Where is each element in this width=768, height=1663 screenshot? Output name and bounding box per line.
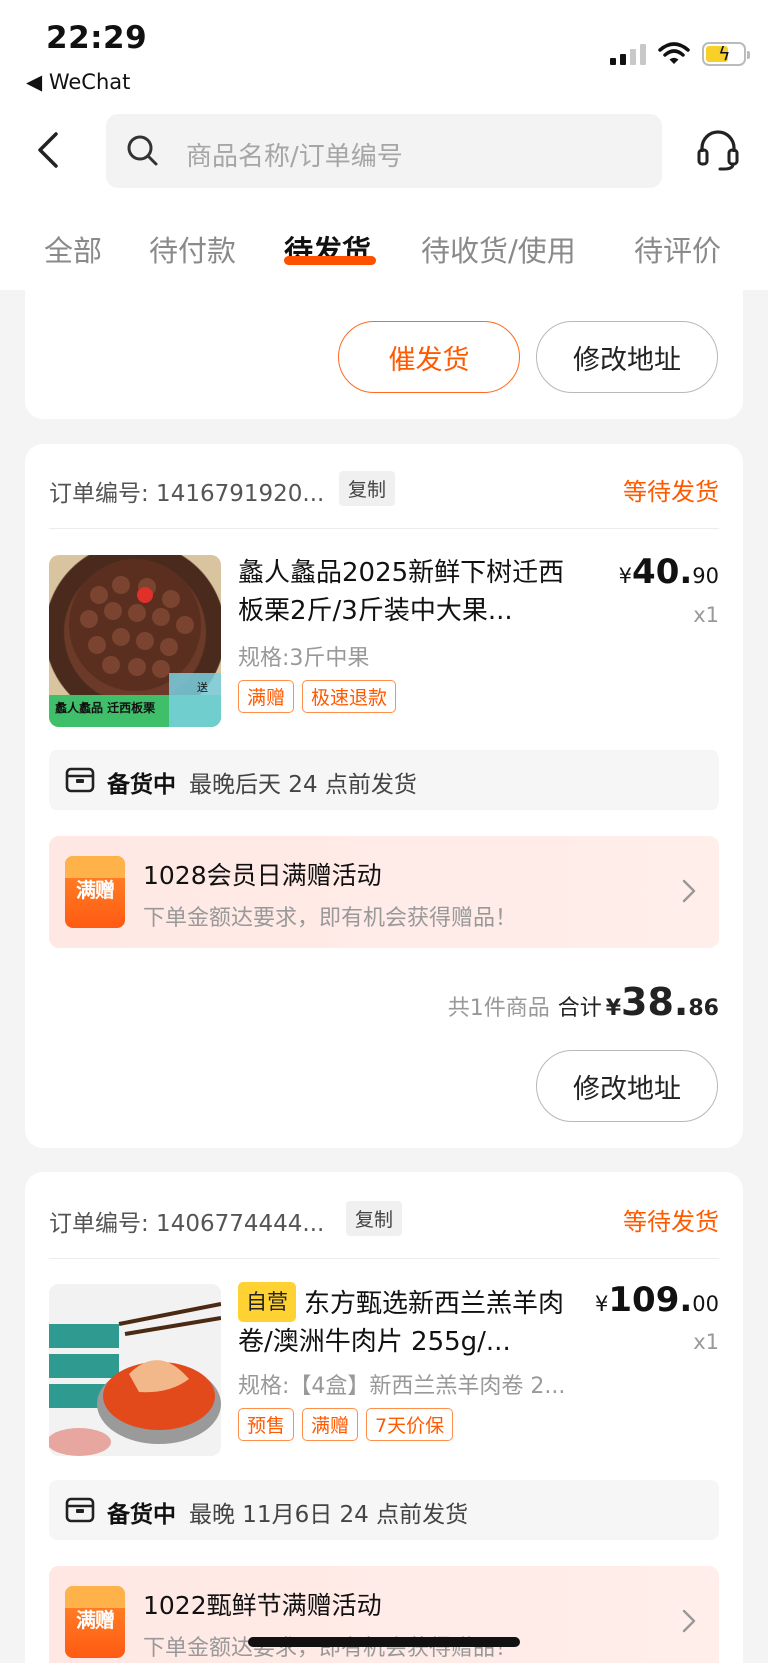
change-address-button[interactable]: 修改地址 [536, 1050, 718, 1122]
shipping-deadline: 最晚 11月6日 24 点前发货 [189, 1502, 469, 1528]
product-spec: 规格:【4盒】新西兰羔羊肉卷 2... [238, 1374, 566, 1399]
cellular-signal-icon [610, 43, 646, 65]
package-icon [65, 767, 95, 793]
product-tag: 满赠 [238, 680, 295, 713]
product-image-chestnut[interactable]: 蠡人蠡品 迁西板栗 送 [49, 555, 221, 727]
product-image-lamb-rolls[interactable] [49, 1284, 221, 1456]
order-status: 等待发货 [623, 1208, 719, 1236]
remind-shipment-button[interactable]: 催发货 [338, 321, 520, 393]
back-app-label: WeChat [48, 70, 131, 94]
battery-icon: ϟ [702, 42, 750, 66]
chevron-right-icon [682, 1609, 696, 1633]
promo-title: 1022甄鲜节满赠活动 [143, 1591, 382, 1620]
shipping-status-bar: 备货中 最晚 11月6日 24 点前发货 [49, 1480, 719, 1540]
item-count: 共1件商品 [447, 996, 550, 1021]
gift-badge-icon: 满赠 [65, 1586, 125, 1658]
status-time: 22:29 [46, 20, 148, 56]
order-number: 订单编号: 1416791920... [49, 481, 325, 507]
price-integer: 40. [632, 552, 693, 592]
back-arrow-icon[interactable] [34, 130, 64, 170]
search-input[interactable]: 商品名称/订单编号 [106, 114, 662, 188]
product-tag: 7天价保 [366, 1408, 454, 1441]
promo-badge-text: 满赠 [76, 1608, 115, 1632]
shipping-deadline: 最晚后天 24 点前发货 [189, 772, 417, 798]
divider [49, 528, 719, 529]
product-tag: 满赠 [302, 1408, 359, 1441]
price-decimal: 00 [692, 1292, 719, 1316]
copy-order-button[interactable]: 复制 [339, 471, 396, 506]
product-quantity: x1 [693, 1330, 719, 1354]
order-card-partial: 催发货 修改地址 [25, 270, 743, 419]
price-currency: ¥ [618, 564, 633, 588]
product-tag: 预售 [238, 1408, 295, 1441]
hotpot-graphic [49, 1284, 221, 1456]
back-triangle-icon: ◀ [26, 70, 43, 94]
status-icons: ϟ [610, 42, 750, 66]
wifi-icon [658, 42, 690, 64]
divider [49, 1258, 719, 1259]
active-tab-indicator [284, 256, 376, 265]
order-number: 订单编号: 1406774444... [49, 1211, 325, 1237]
order-summary: 共1件商品 合计 ¥38.86 [448, 980, 719, 1024]
self-operated-badge: 自营 [238, 1282, 296, 1322]
product-price: ¥109.00 [595, 1280, 719, 1320]
promo-banner[interactable]: 满赠 1022甄鲜节满赠活动 下单金额达要求，即有机会获得赠品！ [49, 1566, 719, 1663]
total-decimal: 86 [688, 996, 719, 1021]
search-placeholder: 商品名称/订单编号 [186, 142, 403, 172]
promo-subtitle: 下单金额达要求，即有机会获得赠品！ [143, 906, 518, 931]
home-indicator[interactable] [248, 1637, 520, 1647]
product-tags: 满赠 极速退款 [238, 680, 397, 713]
tab-pending-review[interactable]: 待评价 [634, 228, 721, 270]
product-title[interactable]: 蠡人蠡品2025新鲜下树迁西板栗2斤/3斤装中大果... [238, 554, 578, 630]
shipping-status: 备货中 [107, 1502, 176, 1528]
customer-service-icon[interactable] [696, 128, 740, 172]
product-price: ¥40.90 [619, 552, 719, 592]
promo-badge-text: 满赠 [76, 878, 115, 902]
tab-all[interactable]: 全部 [44, 228, 102, 270]
product-tags: 预售 满赠 7天价保 [238, 1408, 454, 1441]
product-image-badge: 送 [197, 681, 208, 694]
order-card: 订单编号: 1406774444... 复制 等待发货 自营 东方甄选新西兰羔羊肉… [25, 1172, 743, 1663]
change-address-button[interactable]: 修改地址 [536, 321, 718, 393]
total-currency: ¥ [605, 996, 622, 1021]
chevron-right-icon [682, 879, 696, 903]
order-card: 订单编号: 1416791920... 复制 等待发货 蠡人蠡品 迁西板栗 送 … [25, 444, 743, 1148]
product-tag: 极速退款 [302, 680, 397, 713]
product-image-caption: 蠡人蠡品 迁西板栗 [55, 701, 156, 715]
product-spec: 规格:3斤中果 [238, 646, 370, 671]
promo-banner[interactable]: 满赠 1028会员日满赠活动 下单金额达要求，即有机会获得赠品！ [49, 836, 719, 948]
price-decimal: 90 [692, 564, 719, 588]
order-status: 等待发货 [623, 478, 719, 506]
shipping-status: 备货中 [107, 772, 176, 798]
total-integer: 38. [621, 980, 689, 1024]
price-currency: ¥ [595, 1292, 609, 1316]
back-to-app[interactable]: ◀ WeChat [26, 70, 130, 94]
price-integer: 109. [608, 1280, 693, 1320]
search-icon [127, 135, 158, 166]
package-icon [65, 1497, 95, 1523]
product-title[interactable]: 自营 东方甄选新西兰羔羊肉卷/澳洲牛肉片 255g/... [238, 1282, 578, 1358]
gift-badge-icon: 满赠 [65, 856, 125, 928]
copy-order-button[interactable]: 复制 [346, 1201, 403, 1236]
promo-title: 1028会员日满赠活动 [143, 861, 382, 890]
shipping-status-bar: 备货中 最晚后天 24 点前发货 [49, 750, 719, 810]
tab-pending-receipt[interactable]: 待收货/使用 [421, 228, 576, 270]
top-bar: 22:29 ◀ WeChat ϟ 商品名称/订单编号 全部 待付款 待发货 待收… [0, 0, 768, 290]
total-label: 合计 [557, 996, 602, 1021]
tab-pending-payment[interactable]: 待付款 [149, 228, 236, 270]
product-quantity: x1 [693, 603, 719, 627]
